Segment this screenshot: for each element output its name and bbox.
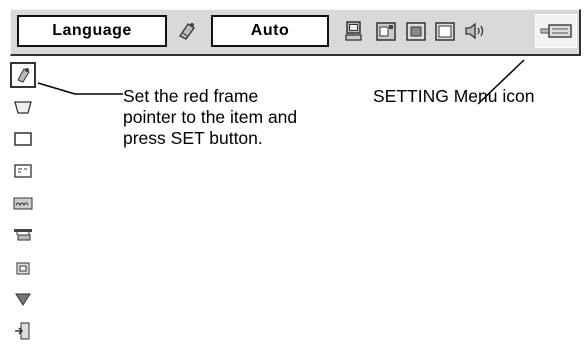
instruction-line: press SET button.	[123, 128, 263, 148]
callout-lines	[37, 59, 525, 105]
instruction-line: pointer to the item and	[123, 107, 298, 127]
instruction-text: Set the red frame pointer to the item an…	[123, 86, 323, 149]
setting-callout-label: SETTING Menu icon	[373, 86, 535, 106]
instruction-line: Set the red frame	[123, 86, 259, 106]
